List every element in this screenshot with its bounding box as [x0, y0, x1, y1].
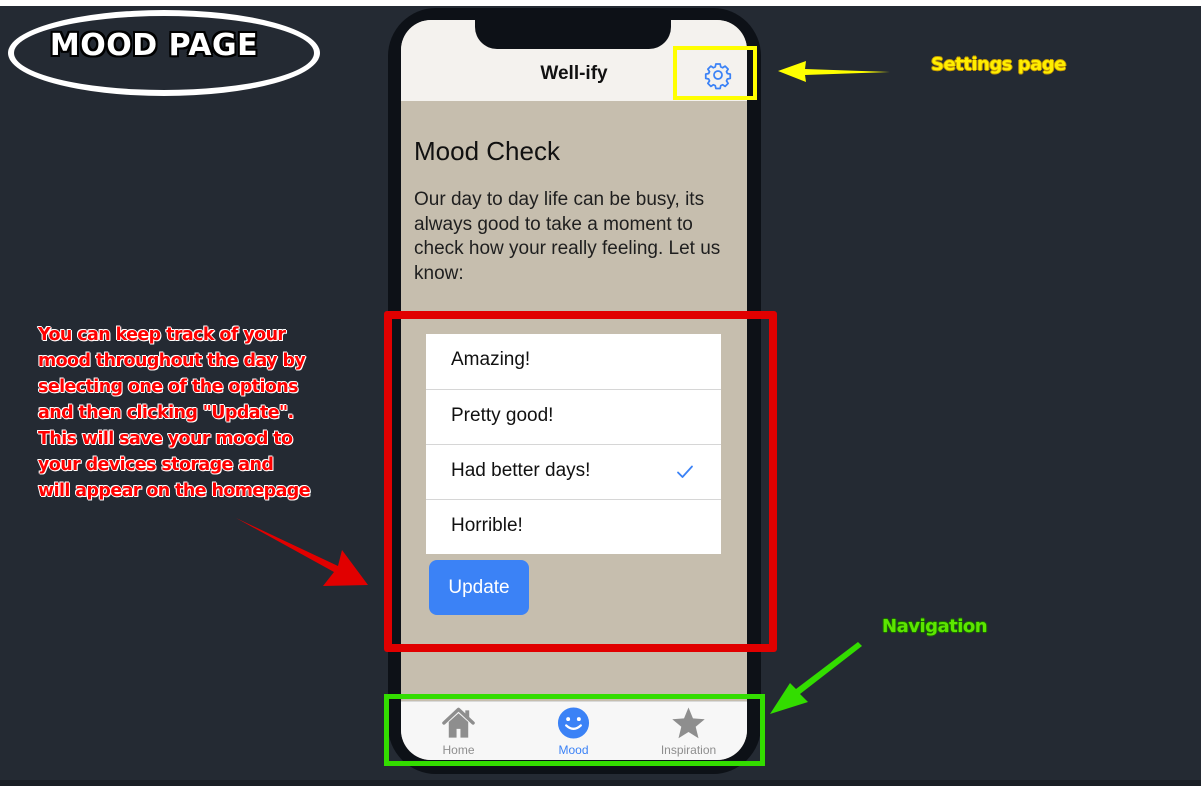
mood-annotation-line: mood throughout the day by	[38, 351, 306, 371]
mood-annotation-line: selecting one of the options	[38, 377, 299, 397]
mood-annotation-line: This will save your mood to	[38, 429, 293, 449]
mood-annotation: You can keep track of your mood througho…	[38, 322, 338, 504]
mood-annotation-line: will appear on the homepage	[38, 481, 311, 501]
mood-annotation-line: your devices storage and	[38, 455, 274, 475]
mood-annotation-line: You can keep track of your	[38, 325, 286, 345]
navigation-annotation: Navigation	[882, 616, 988, 637]
mood-arrow	[236, 518, 368, 586]
settings-annotation: Settings page	[931, 54, 1066, 75]
settings-arrow	[778, 61, 890, 82]
mood-annotation-line: and then clicking "Update".	[38, 403, 294, 423]
navigation-arrow	[770, 642, 862, 714]
